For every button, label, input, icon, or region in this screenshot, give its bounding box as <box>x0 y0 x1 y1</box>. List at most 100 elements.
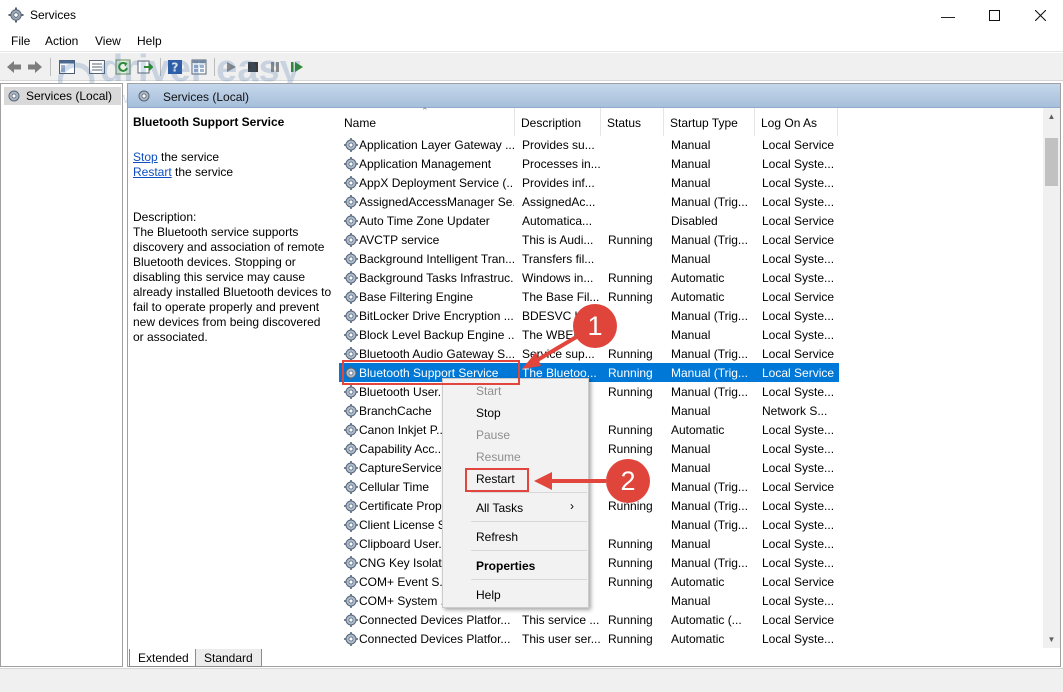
cell-logon: Local Service <box>762 613 835 627</box>
console-tree-icon <box>59 60 75 74</box>
cell-logon: Local Service <box>762 290 835 304</box>
cell-startup: Manual (Trig... <box>671 556 748 570</box>
column-name[interactable]: Name ⌃ <box>339 106 515 136</box>
menu-item-resume[interactable]: Resume <box>476 450 521 464</box>
back-button[interactable] <box>5 58 23 76</box>
cell-logon: Local Syste... <box>762 309 835 323</box>
menu-item-stop[interactable]: Stop <box>476 406 501 420</box>
restart-service-link[interactable]: Restart <box>133 165 172 179</box>
table-row[interactable]: Capability Acc... Running Manual Local Syst… <box>339 439 839 458</box>
minimize-button[interactable]: — <box>925 0 971 31</box>
cell-logon: Local Syste... <box>762 423 835 437</box>
menu-item-start[interactable]: Start <box>476 384 501 398</box>
scroll-down-icon[interactable]: ▼ <box>1043 631 1060 648</box>
list-header: Name ⌃ Description Status Startup Type L… <box>339 106 1044 136</box>
cell-description: Transfers fil... <box>522 252 595 266</box>
service-gear-icon <box>344 309 358 323</box>
refresh-button[interactable] <box>114 58 132 76</box>
cell-description: AssignedAc... <box>522 195 596 209</box>
pane-header: Services (Local) <box>128 84 1060 108</box>
table-row[interactable]: Background Tasks Infrastruc... Windows in… <box>339 268 839 287</box>
context-menu: Start Stop Pause Resume Restart All Task… <box>442 378 589 608</box>
table-row[interactable]: CaptureService... Manual Local Syste... <box>339 458 839 477</box>
cell-status: Running <box>608 537 653 551</box>
table-row[interactable]: Cellular Time Manual (Trig... Local Servic… <box>339 477 839 496</box>
properties-icon <box>89 60 105 74</box>
table-row[interactable]: AppX Deployment Service (... Provides inf… <box>339 173 839 192</box>
cell-description: This user ser... <box>522 632 600 646</box>
table-row[interactable]: Auto Time Zone Updater Automatica... Disab… <box>339 211 839 230</box>
cell-description: This is Audi... <box>522 233 594 247</box>
service-gear-icon <box>344 271 358 285</box>
table-row[interactable]: BranchCache Manual Network S... <box>339 401 839 420</box>
scroll-up-icon[interactable]: ▲ <box>1043 108 1060 125</box>
menu-file[interactable]: File <box>11 34 30 48</box>
cell-logon: Local Syste... <box>762 157 835 171</box>
window-title: Services <box>30 8 77 22</box>
menu-item-properties[interactable]: Properties <box>476 559 535 573</box>
table-row[interactable]: Base Filtering Engine The Base Fil... Runn… <box>339 287 839 306</box>
stop-service-link[interactable]: Stop <box>133 150 158 164</box>
table-row[interactable]: Client License S... Manual (Trig... Local … <box>339 515 839 534</box>
table-row[interactable]: Connected Devices Platfor... This user se… <box>339 629 839 648</box>
table-row[interactable]: COM+ Event S... Running Automatic Local Ser… <box>339 572 839 591</box>
stop-service-button[interactable] <box>244 58 262 76</box>
table-row[interactable]: Application Management Processes in... Man… <box>339 154 839 173</box>
cell-name: Connected Devices Platfor... <box>359 632 511 646</box>
sort-arrow-icon: ⌃ <box>421 106 429 116</box>
cell-name: Base Filtering Engine <box>359 290 474 304</box>
menu-help[interactable]: Help <box>137 34 162 48</box>
table-row[interactable]: Application Layer Gateway ... Provides su… <box>339 135 839 154</box>
svg-text:?: ? <box>172 61 179 75</box>
cell-logon: Network S... <box>762 404 828 418</box>
pause-service-button[interactable] <box>266 58 284 76</box>
menu-view[interactable]: View <box>95 34 121 48</box>
table-row[interactable]: AssignedAccessManager Se... AssignedAc...… <box>339 192 839 211</box>
menu-item-all-tasks[interactable]: All Tasks <box>476 501 523 515</box>
menu-action[interactable]: Action <box>45 34 78 48</box>
column-log-on-as[interactable]: Log On As <box>756 108 838 136</box>
service-gear-icon <box>344 328 358 342</box>
table-row[interactable]: CNG Key Isolati... Running Manual (Trig...… <box>339 553 839 572</box>
cell-name: Auto Time Zone Updater <box>359 214 490 228</box>
service-gear-icon <box>344 138 358 152</box>
cell-status: Running <box>608 423 653 437</box>
close-button[interactable] <box>1017 0 1063 31</box>
menu-item-pause[interactable]: Pause <box>476 428 510 442</box>
gear-icon <box>138 90 150 102</box>
table-row[interactable]: COM+ System ... Manual Local Syste... <box>339 591 839 610</box>
cell-logon: Local Syste... <box>762 442 835 456</box>
restart-link-suffix: the service <box>171 165 234 179</box>
column-description[interactable]: Description <box>516 108 601 136</box>
column-status[interactable]: Status <box>602 108 664 136</box>
tree-item-services-local[interactable]: Services (Local) <box>4 87 121 105</box>
table-row[interactable]: Connected Devices Platfor... This service… <box>339 610 839 629</box>
restart-service-button[interactable] <box>288 58 306 76</box>
vertical-scrollbar[interactable]: ▲ ▼ <box>1043 108 1060 648</box>
table-row[interactable]: Clipboard User... Running Manual Local Syst… <box>339 534 839 553</box>
gear-icon <box>8 90 20 102</box>
menu-item-refresh[interactable]: Refresh <box>476 530 518 544</box>
service-gear-icon <box>344 423 358 437</box>
help-button[interactable]: ? <box>166 58 184 76</box>
table-row[interactable]: Canon Inkjet P... Running Automatic Local S… <box>339 420 839 439</box>
tab-extended[interactable]: Extended <box>129 649 198 667</box>
cell-logon: Local Syste... <box>762 271 835 285</box>
service-gear-icon <box>344 214 358 228</box>
export-list-button[interactable] <box>136 58 154 76</box>
table-row[interactable]: AVCTP service This is Audi... Running Manua… <box>339 230 839 249</box>
console-tree-button[interactable] <box>58 58 76 76</box>
forward-button[interactable] <box>26 58 44 76</box>
scrollbar-thumb[interactable] <box>1045 138 1058 186</box>
start-service-button[interactable] <box>222 58 240 76</box>
properties-button[interactable] <box>88 58 106 76</box>
table-row[interactable]: Background Intelligent Tran... Transfers … <box>339 249 839 268</box>
table-row[interactable]: Certificate Prop... Running Manual (Trig..… <box>339 496 839 515</box>
menu-item-help[interactable]: Help <box>476 588 501 602</box>
tab-standard[interactable]: Standard <box>195 649 262 667</box>
column-startup-type[interactable]: Startup Type <box>665 108 755 136</box>
maximize-button[interactable] <box>971 0 1017 31</box>
cell-startup: Manual (Trig... <box>671 385 748 399</box>
cell-status: Running <box>608 575 653 589</box>
view-button[interactable] <box>190 58 208 76</box>
